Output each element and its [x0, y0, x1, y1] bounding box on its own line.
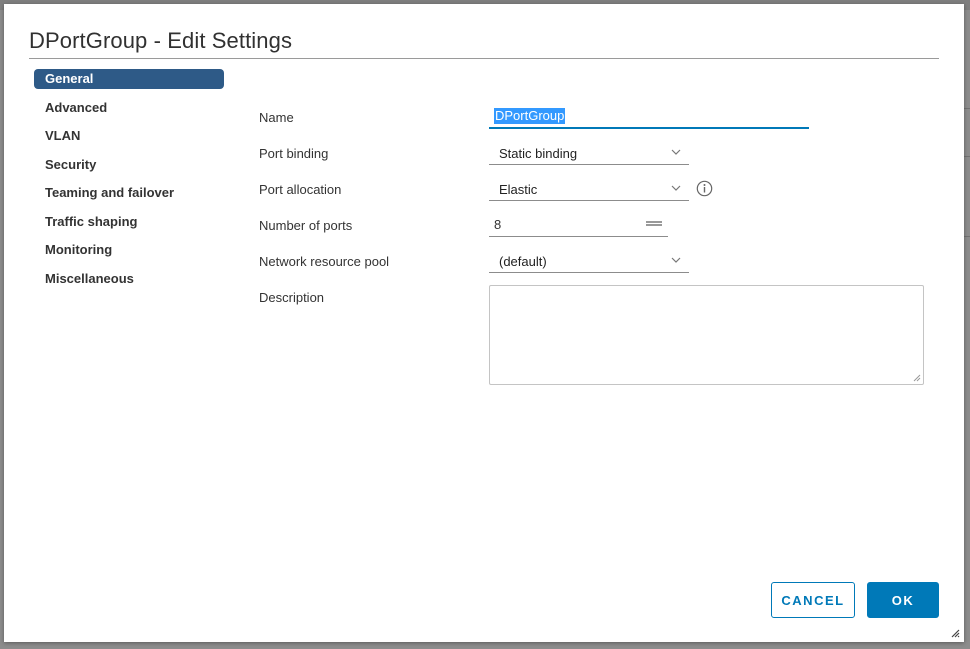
nav-item-teaming-and-failover[interactable]: Teaming and failover: [34, 183, 224, 203]
cancel-button[interactable]: CANCEL: [771, 582, 855, 618]
chevron-down-icon: [671, 185, 681, 191]
description-label: Description: [259, 290, 325, 305]
port-allocation-label: Port allocation: [259, 182, 342, 197]
settings-nav: General Advanced VLAN Security Teaming a…: [34, 69, 224, 297]
edit-settings-dialog: DPortGroup - Edit Settings General Advan…: [4, 4, 964, 642]
number-of-ports-input[interactable]: 8: [489, 212, 668, 237]
nav-item-general[interactable]: General: [34, 69, 224, 89]
network-resource-pool-label: Network resource pool: [259, 254, 390, 269]
port-allocation-select[interactable]: Elastic: [489, 177, 689, 201]
resize-grip-icon[interactable]: [951, 629, 960, 638]
network-resource-pool-select[interactable]: (default): [489, 249, 689, 273]
nav-item-monitoring[interactable]: Monitoring: [34, 240, 224, 260]
name-label: Name: [259, 110, 294, 125]
nav-item-miscellaneous[interactable]: Miscellaneous: [34, 269, 224, 289]
nav-item-traffic-shaping[interactable]: Traffic shaping: [34, 212, 224, 232]
number-of-ports-label: Number of ports: [259, 218, 353, 233]
description-textarea[interactable]: [489, 285, 924, 385]
name-input[interactable]: DPortGroup: [489, 105, 809, 129]
port-binding-select[interactable]: Static binding: [489, 141, 689, 165]
chevron-down-icon: [671, 257, 681, 263]
title-divider: [29, 58, 939, 59]
port-binding-label: Port binding: [259, 146, 329, 161]
info-circle-icon[interactable]: [696, 180, 713, 197]
chevron-down-icon: [671, 149, 681, 155]
ok-button[interactable]: OK: [867, 582, 939, 618]
port-allocation-value: Elastic: [499, 182, 538, 197]
number-of-ports-value: 8: [494, 217, 502, 232]
nav-item-advanced[interactable]: Advanced: [34, 98, 224, 118]
resize-grip-icon[interactable]: [913, 374, 921, 382]
dialog-title: DPortGroup - Edit Settings: [29, 28, 293, 53]
name-input-value: DPortGroup: [494, 108, 566, 124]
network-resource-pool-value: (default): [499, 254, 547, 269]
stepper-icon[interactable]: [646, 221, 662, 226]
nav-item-vlan[interactable]: VLAN: [34, 126, 224, 146]
port-binding-value: Static binding: [499, 146, 578, 161]
nav-item-security[interactable]: Security: [34, 155, 224, 175]
